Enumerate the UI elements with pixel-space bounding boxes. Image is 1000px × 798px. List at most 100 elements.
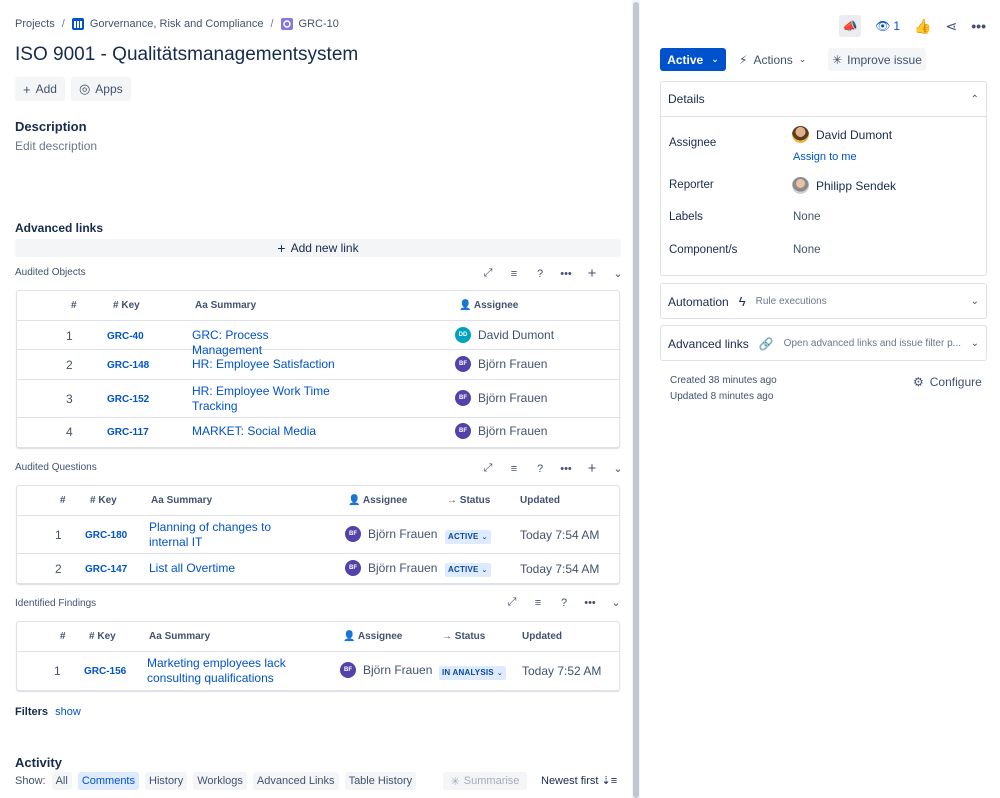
- chip-table-history[interactable]: Table History: [344, 772, 417, 790]
- automation-header[interactable]: Automation ϟ Rule executions ⌄: [661, 284, 986, 319]
- sort-order-button[interactable]: Newest first ⇣≡: [541, 774, 617, 787]
- column-summary[interactable]: Aa Summary: [195, 300, 256, 311]
- table-row[interactable]: 1 GRC-156 Marketing employees lack consu…: [17, 652, 619, 690]
- row-summary[interactable]: MARKET: Social Media: [192, 424, 342, 439]
- actions-button[interactable]: ⚡ Actions ⌄: [739, 48, 806, 71]
- more-icon[interactable]: •••: [971, 18, 986, 34]
- chip-advanced-links[interactable]: Advanced Links: [252, 772, 339, 790]
- table-row[interactable]: 3 GRC-152 HR: Employee Work Time Trackin…: [17, 380, 619, 418]
- thumbs-up-icon[interactable]: 👍: [914, 18, 931, 35]
- chip-worklogs[interactable]: Worklogs: [193, 772, 247, 790]
- chevron-down-icon[interactable]: ⌄: [610, 596, 622, 609]
- row-key[interactable]: GRC-152: [107, 394, 149, 405]
- column-updated[interactable]: Updated: [520, 495, 560, 506]
- more-icon[interactable]: •••: [560, 463, 572, 475]
- row-summary[interactable]: Planning of changes to internal IT: [149, 520, 309, 550]
- status-lozenge[interactable]: ACTIVE ⌄: [445, 528, 491, 544]
- column-key[interactable]: # Key: [89, 631, 116, 642]
- reporter-field[interactable]: Philipp Sendek: [792, 177, 896, 194]
- row-assignee[interactable]: BF Björn Frauen: [340, 662, 432, 678]
- row-key[interactable]: GRC-117: [107, 427, 149, 438]
- filter-icon[interactable]: ≡: [508, 268, 520, 280]
- row-assignee[interactable]: BF Björn Frauen: [455, 390, 547, 406]
- row-summary[interactable]: HR: Employee Work Time Tracking: [192, 384, 342, 414]
- table-row[interactable]: 2 GRC-147 List all Overtime BF Björn Fra…: [17, 554, 619, 583]
- add-icon[interactable]: +: [586, 265, 598, 282]
- help-icon[interactable]: ?: [558, 597, 570, 609]
- column-assignee[interactable]: 👤 Assignee: [343, 631, 402, 642]
- add-icon[interactable]: +: [586, 460, 598, 477]
- chevron-down-icon[interactable]: ⌄: [612, 267, 624, 280]
- row-summary[interactable]: List all Overtime: [149, 561, 309, 576]
- scrollbar-thumb[interactable]: [633, 2, 639, 798]
- advanced-links-header[interactable]: Advanced links 🔗 Open advanced links and…: [661, 326, 986, 361]
- column-updated[interactable]: Updated: [522, 631, 562, 642]
- more-icon[interactable]: •••: [584, 597, 596, 609]
- details-header[interactable]: Details ⌃: [661, 82, 986, 117]
- megaphone-icon[interactable]: 📣: [839, 15, 862, 37]
- table-row[interactable]: 2 GRC-148 HR: Employee Satisfaction BF B…: [17, 350, 619, 380]
- assignee-field[interactable]: David Dumont: [792, 126, 892, 143]
- advanced-links-panel[interactable]: Advanced links 🔗 Open advanced links and…: [660, 325, 987, 361]
- column-status[interactable]: → Status: [442, 631, 485, 642]
- help-icon[interactable]: ?: [534, 268, 546, 280]
- chevron-down-icon[interactable]: ⌄: [612, 462, 624, 475]
- status-lozenge[interactable]: IN ANALYSIS ⌄: [439, 664, 506, 680]
- status-lozenge[interactable]: ACTIVE ⌄: [445, 561, 491, 577]
- row-assignee[interactable]: BF Björn Frauen: [345, 526, 437, 542]
- row-assignee[interactable]: BF Björn Frauen: [455, 356, 547, 372]
- summarise-button[interactable]: ✳ Summarise: [443, 772, 527, 790]
- status-button[interactable]: Active ⌄: [660, 48, 726, 71]
- assign-to-me-link[interactable]: Assign to me: [793, 151, 857, 163]
- row-key[interactable]: GRC-180: [85, 530, 127, 541]
- row-summary[interactable]: HR: Employee Satisfaction: [192, 357, 342, 372]
- chevron-down-icon[interactable]: ⌄: [971, 296, 979, 307]
- chip-history[interactable]: History: [145, 772, 188, 790]
- row-key[interactable]: GRC-40: [107, 331, 144, 342]
- column-summary[interactable]: Aa Summary: [151, 495, 212, 506]
- chevron-down-icon[interactable]: ⌄: [971, 338, 979, 349]
- chip-all[interactable]: All: [51, 772, 72, 790]
- automation-panel[interactable]: Automation ϟ Rule executions ⌄: [660, 283, 987, 319]
- configure-button[interactable]: ⚙ Configure: [913, 375, 982, 389]
- share-icon[interactable]: ⋖: [946, 18, 958, 35]
- expand-icon[interactable]: ⤢: [482, 462, 494, 475]
- more-icon[interactable]: •••: [560, 268, 572, 280]
- add-new-link-button[interactable]: + Add new link: [15, 239, 621, 257]
- column-summary[interactable]: Aa Summary: [149, 631, 210, 642]
- improve-issue-button[interactable]: ✳ Improve issue: [828, 48, 926, 71]
- issue-title[interactable]: ISO 9001 - Qualitätsmanagementsystem: [15, 44, 358, 66]
- add-button[interactable]: + Add: [15, 77, 65, 101]
- column-key[interactable]: # Key: [113, 300, 140, 311]
- components-value[interactable]: None: [793, 244, 821, 256]
- expand-icon[interactable]: ⤢: [506, 596, 518, 609]
- column-status[interactable]: → Status: [447, 495, 490, 506]
- help-icon[interactable]: ?: [534, 463, 546, 475]
- row-key[interactable]: GRC-148: [107, 360, 149, 371]
- breadcrumb-project[interactable]: Gorvernance, Risk and Compliance: [90, 18, 264, 30]
- table-row[interactable]: 1 GRC-180 Planning of changes to interna…: [17, 516, 619, 554]
- row-assignee[interactable]: DD David Dumont: [455, 327, 554, 343]
- filters-show-link[interactable]: show: [55, 706, 81, 718]
- breadcrumb-issue-key[interactable]: GRC-10: [299, 18, 339, 30]
- row-key[interactable]: GRC-156: [84, 666, 126, 677]
- description-editor[interactable]: Edit description: [15, 139, 97, 153]
- row-assignee[interactable]: BF Björn Frauen: [345, 560, 437, 576]
- apps-button[interactable]: ◎ Apps: [70, 77, 131, 101]
- watch-button[interactable]: 👁 1: [875, 19, 900, 33]
- table-row[interactable]: 4 GRC-117 MARKET: Social Media BF Björn …: [17, 418, 619, 447]
- filter-icon[interactable]: ≡: [508, 463, 520, 475]
- chevron-up-icon[interactable]: ⌃: [971, 94, 979, 105]
- chip-comments[interactable]: Comments: [77, 772, 139, 790]
- expand-icon[interactable]: ⤢: [482, 267, 494, 280]
- row-assignee[interactable]: BF Björn Frauen: [455, 423, 547, 439]
- row-key[interactable]: GRC-147: [85, 564, 127, 575]
- labels-value[interactable]: None: [793, 211, 821, 223]
- column-assignee[interactable]: 👤 Assignee: [348, 495, 407, 506]
- column-key[interactable]: # Key: [90, 495, 117, 506]
- column-assignee[interactable]: 👤 Assignee: [459, 300, 518, 311]
- filter-icon[interactable]: ≡: [532, 597, 544, 609]
- row-summary[interactable]: Marketing employees lack consulting qual…: [147, 656, 297, 686]
- breadcrumb-projects[interactable]: Projects: [15, 18, 55, 30]
- table-row[interactable]: 1 GRC-40 GRC: Process Management DD Davi…: [17, 321, 619, 357]
